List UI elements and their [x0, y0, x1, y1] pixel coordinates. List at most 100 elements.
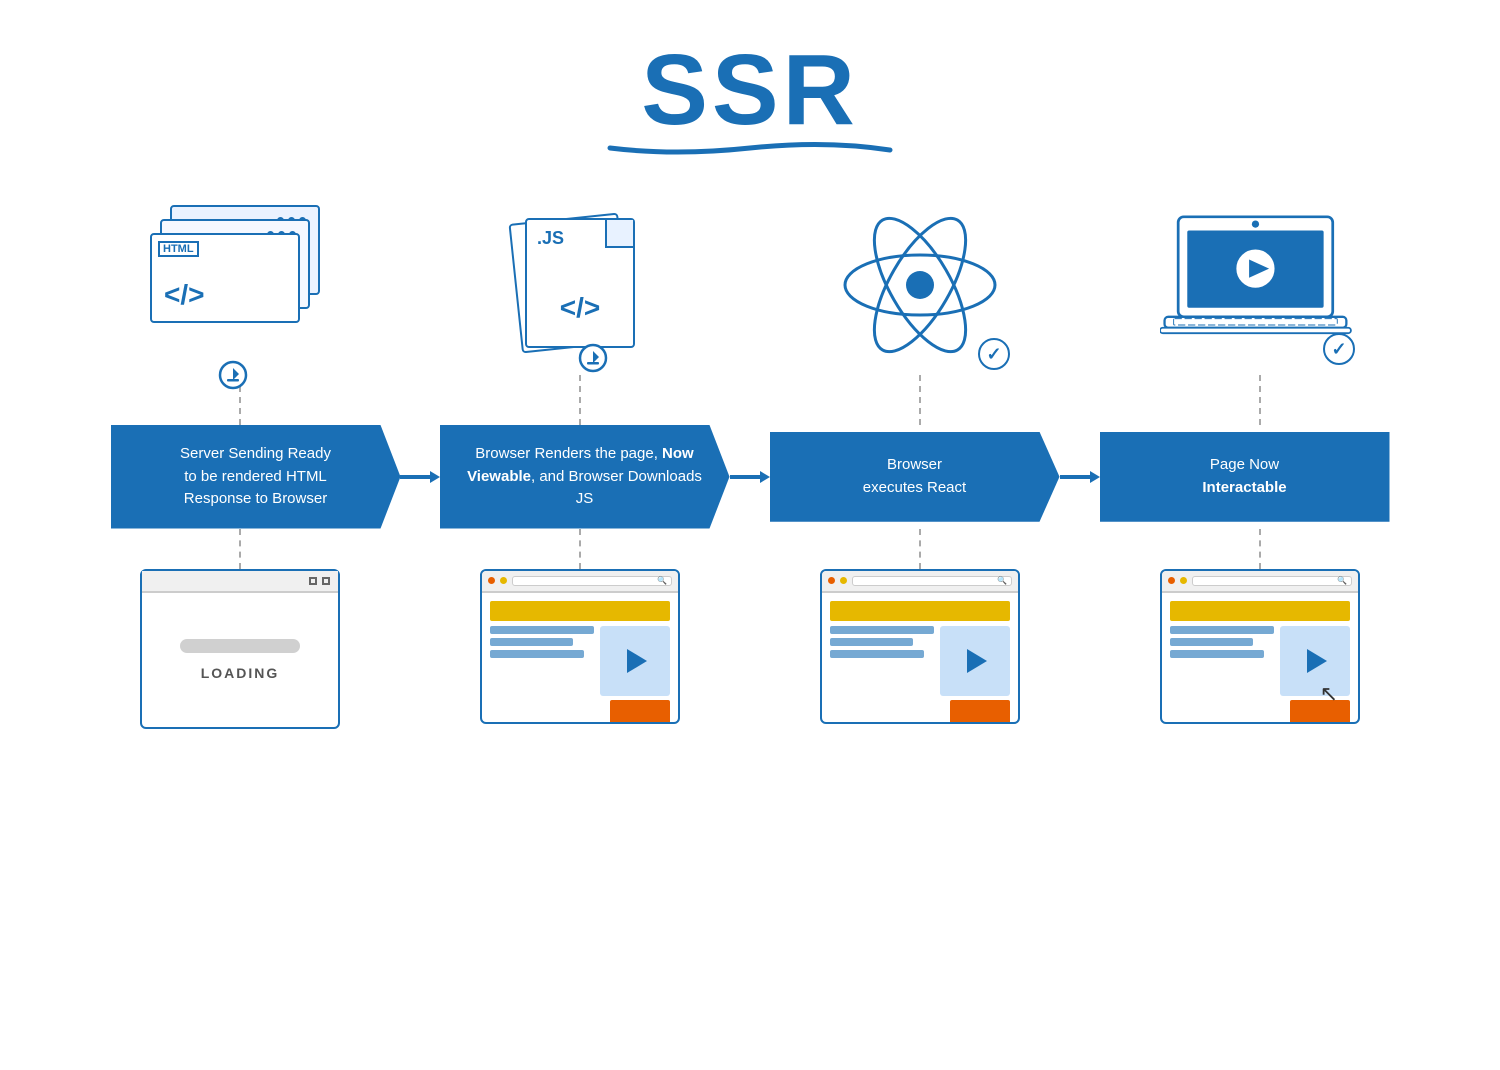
arrow-box-4-text: Page NowInteractable — [1202, 454, 1286, 499]
video-box — [600, 626, 670, 696]
address-bar-3: 🔍 — [1192, 576, 1352, 586]
arrow-box-1-text: Server Sending Readyto be rendered HTMLR… — [180, 443, 331, 511]
title-section: SSR — [600, 40, 900, 165]
col-react: ✓ — [750, 195, 1090, 425]
vline-3b — [919, 529, 921, 569]
tb-dot-yellow — [500, 577, 507, 584]
content-lines-3 — [1170, 626, 1274, 724]
label-col-3: Browserexecutes React — [770, 432, 1060, 522]
vline-2b — [579, 529, 581, 569]
vline-4b — [1259, 529, 1261, 569]
address-bar: 🔍 — [512, 576, 672, 586]
label-col-2: Browser Renders the page, Now Viewable, … — [440, 425, 730, 529]
right-col-3 — [1280, 626, 1350, 724]
play-button-icon-3 — [1307, 649, 1327, 673]
labels-row: Server Sending Readyto be rendered HTMLR… — [0, 425, 1500, 529]
arrow-box-2-text: Browser Renders the page, Now Viewable, … — [460, 443, 710, 511]
line-1 — [490, 626, 594, 634]
vlines-middle-row — [0, 529, 1500, 569]
arrow-box-2: Browser Renders the page, Now Viewable, … — [440, 425, 730, 529]
search-icon-small-2: 🔍 — [997, 576, 1007, 585]
tb-dot-red-2 — [828, 577, 835, 584]
line-1-2 — [830, 626, 934, 634]
laptop-check-badge: ✓ — [1323, 333, 1355, 365]
browsers-row: LOADING 🔍 — [0, 569, 1500, 729]
search-icon-small: 🔍 — [657, 576, 667, 585]
html-stack-graphic: HTML </> — [150, 205, 330, 365]
loading-label: LOADING — [201, 665, 280, 681]
toolbar-square-2 — [322, 577, 330, 585]
vline-col-2b — [410, 529, 750, 569]
react-check-badge: ✓ — [978, 338, 1010, 370]
content-lines — [490, 626, 594, 724]
line-3-2 — [830, 650, 924, 658]
browser-content-viewable — [482, 593, 678, 724]
vline-col-4b — [1090, 529, 1430, 569]
line-3-3 — [1170, 650, 1264, 658]
react-browser-icon: 🔍 — [820, 569, 1020, 724]
loading-progress-bar — [180, 639, 300, 653]
play-button-icon-2 — [967, 649, 987, 673]
col-html: HTML </> — [70, 195, 410, 425]
col-browser-viewable: 🔍 — [410, 569, 750, 724]
play-button-icon — [627, 649, 647, 673]
h-arrow-1 — [400, 467, 440, 487]
yellow-bar — [490, 601, 670, 621]
interactive-toolbar: 🔍 — [1162, 571, 1358, 593]
address-bar-2: 🔍 — [852, 576, 1012, 586]
laptop-icon: ✓ — [1160, 195, 1360, 375]
col-browser-loading: LOADING — [70, 569, 410, 729]
col-browser-interactive: 🔍 — [1090, 569, 1430, 724]
line-2-2 — [830, 638, 913, 646]
download-arrow-icon — [218, 360, 248, 395]
right-col-2 — [940, 626, 1010, 724]
line-1-3 — [1170, 626, 1274, 634]
vline-1b — [239, 529, 241, 569]
label-col-4: Page NowInteractable — [1100, 432, 1390, 522]
right-col — [600, 626, 670, 724]
cursor-icon: ↖ — [1320, 681, 1338, 707]
download-arrow-js-icon — [578, 343, 608, 378]
js-file-graphic: .JS </> — [510, 200, 650, 370]
js-file-icon: .JS </> — [480, 195, 680, 375]
h-arrow-2 — [730, 467, 770, 487]
content-row-3 — [1170, 626, 1350, 724]
title-underline — [600, 140, 900, 160]
video-box-3 — [1280, 626, 1350, 696]
tb-dot-red — [488, 577, 495, 584]
col-laptop: ✓ — [1090, 195, 1430, 425]
arrow-box-1: Server Sending Readyto be rendered HTMLR… — [111, 425, 401, 529]
video-box-2 — [940, 626, 1010, 696]
col-browser-react: 🔍 — [750, 569, 1090, 724]
react-atom-icon: ✓ — [820, 195, 1020, 375]
vline-col-1b — [70, 529, 410, 569]
browser-content-react — [822, 593, 1018, 724]
html-stack-icon: HTML </> — [140, 195, 340, 375]
viewable-browser-icon: 🔍 — [480, 569, 680, 724]
yellow-bar-2 — [830, 601, 1010, 621]
content-row — [490, 626, 670, 724]
line-3 — [490, 650, 584, 658]
yellow-bar-3 — [1170, 601, 1350, 621]
vline-2a — [579, 375, 581, 425]
main-diagram: HTML </> — [0, 195, 1500, 729]
arrow-box-3-text: Browserexecutes React — [863, 454, 966, 499]
toolbar-square-1 — [309, 577, 317, 585]
content-lines-2 — [830, 626, 934, 724]
label-col-1: Server Sending Readyto be rendered HTMLR… — [111, 425, 400, 529]
content-row-2 — [830, 626, 1010, 724]
search-icon-small-3: 🔍 — [1337, 576, 1347, 585]
vline-3a — [919, 375, 921, 425]
orange-box — [610, 700, 670, 724]
col-js: .JS </> — [410, 195, 750, 425]
vline-col-3b — [750, 529, 1090, 569]
icons-row: HTML </> — [0, 195, 1500, 425]
tb-dot-red-3 — [1168, 577, 1175, 584]
line-2-3 — [1170, 638, 1253, 646]
loading-toolbar — [142, 571, 338, 593]
tb-dot-yellow-3 — [1180, 577, 1187, 584]
arrow-box-3: Browserexecutes React — [770, 432, 1060, 522]
loading-browser-icon: LOADING — [140, 569, 340, 729]
vline-4a — [1259, 375, 1261, 425]
h-arrow-3 — [1060, 467, 1100, 487]
